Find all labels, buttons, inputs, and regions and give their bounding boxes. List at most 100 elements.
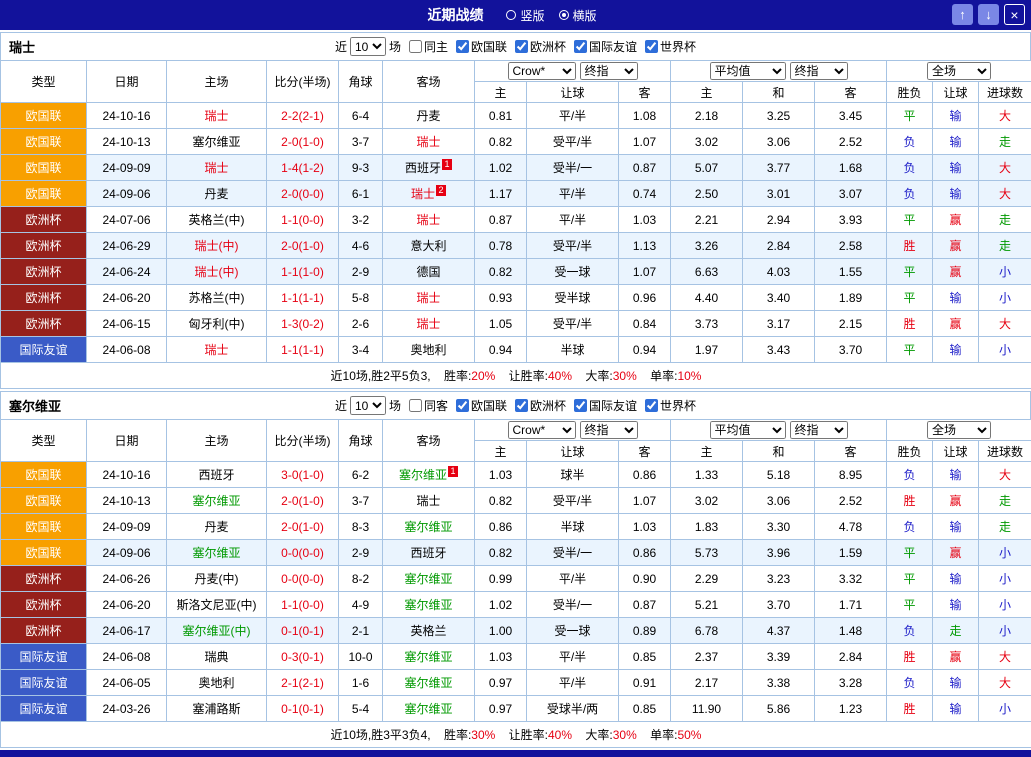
checkbox[interactable] (515, 40, 528, 53)
team-link[interactable]: 瑞士 (416, 317, 440, 331)
layout-radio-horizontal[interactable]: 横版 (559, 7, 597, 24)
avg-away-odds-cell: 2.52 (815, 129, 887, 155)
avg-home-odds-cell: 5.73 (671, 540, 743, 566)
recent-count-select[interactable]: 10 (350, 37, 386, 56)
checkbox[interactable] (515, 399, 528, 412)
team-link[interactable]: 塞尔维亚 (404, 676, 452, 690)
recent-count-select[interactable]: 10 (350, 396, 386, 415)
filter-checkbox-euro[interactable]: 欧洲杯 (515, 38, 566, 55)
competition-badge-cell: 欧国联 (1, 488, 87, 514)
average-select[interactable]: 平均值 (710, 62, 786, 80)
filter-checkbox-nations-league[interactable]: 欧国联 (456, 397, 507, 414)
team-link[interactable]: 塞尔维亚 (192, 494, 240, 508)
same-venue-checkbox[interactable]: 同主 (409, 38, 448, 55)
team-link[interactable]: 瑞典 (204, 650, 228, 664)
team-link[interactable]: 塞尔维亚 (404, 650, 452, 664)
subcol-goals-result: 进球数 (979, 441, 1031, 462)
away-team-cell: 塞尔维亚 (383, 592, 475, 618)
team-link[interactable]: 斯洛文尼亚(中) (177, 598, 257, 612)
bookmaker-select[interactable]: Crow* (508, 62, 576, 80)
team-link[interactable]: 塞尔维亚 (192, 135, 240, 149)
team-link[interactable]: 奥地利 (410, 343, 446, 357)
away-team-cell: 丹麦 (383, 103, 475, 129)
team-link[interactable]: 塞尔维亚 (404, 598, 452, 612)
team-link[interactable]: 英格兰(中) (189, 213, 245, 227)
team-link[interactable]: 瑞士 (416, 494, 440, 508)
team-link[interactable]: 塞尔维亚(中) (183, 624, 251, 638)
team-link[interactable]: 塞尔维亚 (404, 702, 452, 716)
period-select[interactable]: 全场 (927, 421, 991, 439)
checkbox[interactable] (456, 399, 469, 412)
filter-checkbox-euro[interactable]: 欧洲杯 (515, 397, 566, 414)
layout-radio-vertical[interactable]: 竖版 (506, 7, 544, 24)
team-link[interactable]: 西班牙 (198, 468, 234, 482)
team-link[interactable]: 瑞士 (204, 109, 228, 123)
checkbox[interactable] (409, 40, 422, 53)
odds-handicap-cell: 平/半 (527, 670, 619, 696)
team-link[interactable]: 西班牙 (405, 161, 441, 175)
team-link[interactable]: 塞尔维亚 (192, 546, 240, 560)
index-type-select[interactable]: 终指 (580, 421, 638, 439)
team-link[interactable]: 丹麦(中) (195, 572, 239, 586)
index-type-select[interactable]: 终指 (580, 62, 638, 80)
team-link[interactable]: 塞尔维亚 (404, 520, 452, 534)
period-select[interactable]: 全场 (927, 62, 991, 80)
team-link[interactable]: 瑞士(中) (195, 265, 239, 279)
score-cell: 1-1(0-0) (267, 207, 339, 233)
team-link[interactable]: 德国 (416, 265, 440, 279)
checkbox[interactable] (645, 40, 658, 53)
team-link[interactable]: 西班牙 (410, 546, 446, 560)
team-link[interactable]: 丹麦 (204, 187, 228, 201)
team-link[interactable]: 丹麦 (204, 520, 228, 534)
filter-checkbox-nations-league[interactable]: 欧国联 (456, 38, 507, 55)
filter-checkbox-world-cup[interactable]: 世界杯 (645, 397, 696, 414)
index-type-select[interactable]: 终指 (790, 62, 848, 80)
team-link[interactable]: 塞浦路斯 (192, 702, 240, 716)
match-row: 欧洲杯24-06-15匈牙利(中)1-3(0-2)2-6瑞士1.05受平/半0.… (1, 311, 1031, 337)
filter-checkbox-world-cup[interactable]: 世界杯 (645, 38, 696, 55)
col-header-date: 日期 (87, 420, 167, 462)
filter-checkbox-friendly[interactable]: 国际友谊 (574, 397, 637, 414)
team-link[interactable]: 塞尔维亚 (399, 468, 447, 482)
home-team-cell: 奥地利 (167, 670, 267, 696)
over-rate-stat: 大率:30% (585, 369, 636, 383)
team-link[interactable]: 瑞士(中) (195, 239, 239, 253)
corners-cell: 5-4 (339, 696, 383, 722)
team-link[interactable]: 瑞士 (416, 213, 440, 227)
col-header-away: 客场 (383, 420, 475, 462)
bookmaker-select[interactable]: Crow* (508, 421, 576, 439)
team-link[interactable]: 瑞士 (416, 135, 440, 149)
corners-cell: 6-2 (339, 462, 383, 488)
team-link[interactable]: 塞尔维亚 (404, 572, 452, 586)
odds-away-cell: 0.87 (619, 155, 671, 181)
average-select[interactable]: 平均值 (710, 421, 786, 439)
team-link[interactable]: 匈牙利(中) (189, 317, 245, 331)
handicap-odds-group: Crow*终指 (475, 61, 671, 82)
result-handicap-cell: 输 (933, 696, 979, 722)
up-arrow-button[interactable]: ↑ (952, 4, 973, 25)
odds-away-cell: 1.13 (619, 233, 671, 259)
down-arrow-button[interactable]: ↓ (978, 4, 999, 25)
score-cell: 2-0(1-0) (267, 514, 339, 540)
team-link[interactable]: 英格兰 (410, 624, 446, 638)
checkbox[interactable] (456, 40, 469, 53)
team-link[interactable]: 瑞士 (416, 291, 440, 305)
close-button[interactable]: × (1004, 4, 1025, 25)
same-venue-checkbox[interactable]: 同客 (409, 397, 448, 414)
odds-handicap-cell: 受半/一 (527, 592, 619, 618)
matches-label: 场 (389, 38, 401, 55)
team-link[interactable]: 瑞士 (411, 187, 435, 201)
team-link[interactable]: 奥地利 (198, 676, 234, 690)
team-link[interactable]: 意大利 (410, 239, 446, 253)
team-link[interactable]: 瑞士 (204, 343, 228, 357)
filter-checkbox-friendly[interactable]: 国际友谊 (574, 38, 637, 55)
index-type-select[interactable]: 终指 (790, 421, 848, 439)
checkbox[interactable] (574, 399, 587, 412)
checkbox[interactable] (645, 399, 658, 412)
team-link[interactable]: 丹麦 (416, 109, 440, 123)
checkbox[interactable] (574, 40, 587, 53)
team-link[interactable]: 瑞士 (204, 161, 228, 175)
checkbox[interactable] (409, 399, 422, 412)
team-link[interactable]: 苏格兰(中) (189, 291, 245, 305)
avg-home-odds-cell: 3.73 (671, 311, 743, 337)
